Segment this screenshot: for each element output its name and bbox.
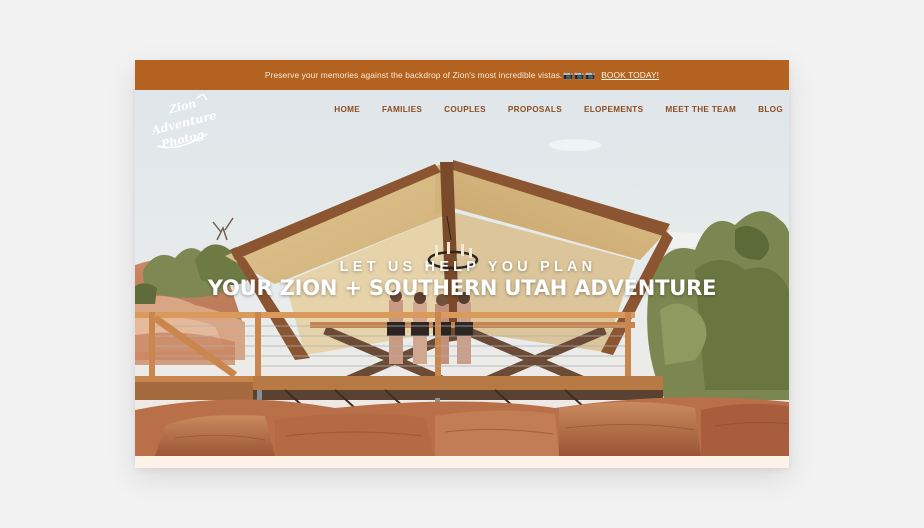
main-nav: HOME FAMILIES COUPLES PROPOSALS ELOPEMEN…: [323, 105, 783, 114]
nav-families[interactable]: FAMILIES: [371, 105, 433, 114]
hero-section: Zion Adventure Photog HOME FAMILIES COUP…: [135, 90, 789, 456]
book-today-link[interactable]: BOOK TODAY!: [601, 70, 659, 80]
nav-home[interactable]: HOME: [323, 105, 371, 114]
nav-proposals[interactable]: PROPOSALS: [497, 105, 573, 114]
nav-couples[interactable]: COUPLES: [433, 105, 497, 114]
hero-subheading: LET US HELP YOU PLAN: [339, 259, 597, 275]
nav-elopements[interactable]: ELOPEMENTS: [573, 105, 654, 114]
hero-heading: YOUR ZION + SOUTHERN UTAH ADVENTURE: [207, 276, 717, 300]
zion-adventure-photog-logo[interactable]: Zion Adventure Photog: [149, 94, 223, 152]
camera-icons: 📷📷📷: [563, 70, 597, 80]
website-frame: Preserve your memories against the backd…: [135, 60, 789, 468]
announcement-bar: Preserve your memories against the backd…: [135, 60, 789, 90]
nav-blog[interactable]: BLOG: [747, 105, 783, 114]
page-bottom-strip: [135, 456, 789, 468]
nav-meet-the-team[interactable]: MEET THE TEAM: [654, 105, 747, 114]
announcement-message: Preserve your memories against the backd…: [264, 70, 563, 80]
